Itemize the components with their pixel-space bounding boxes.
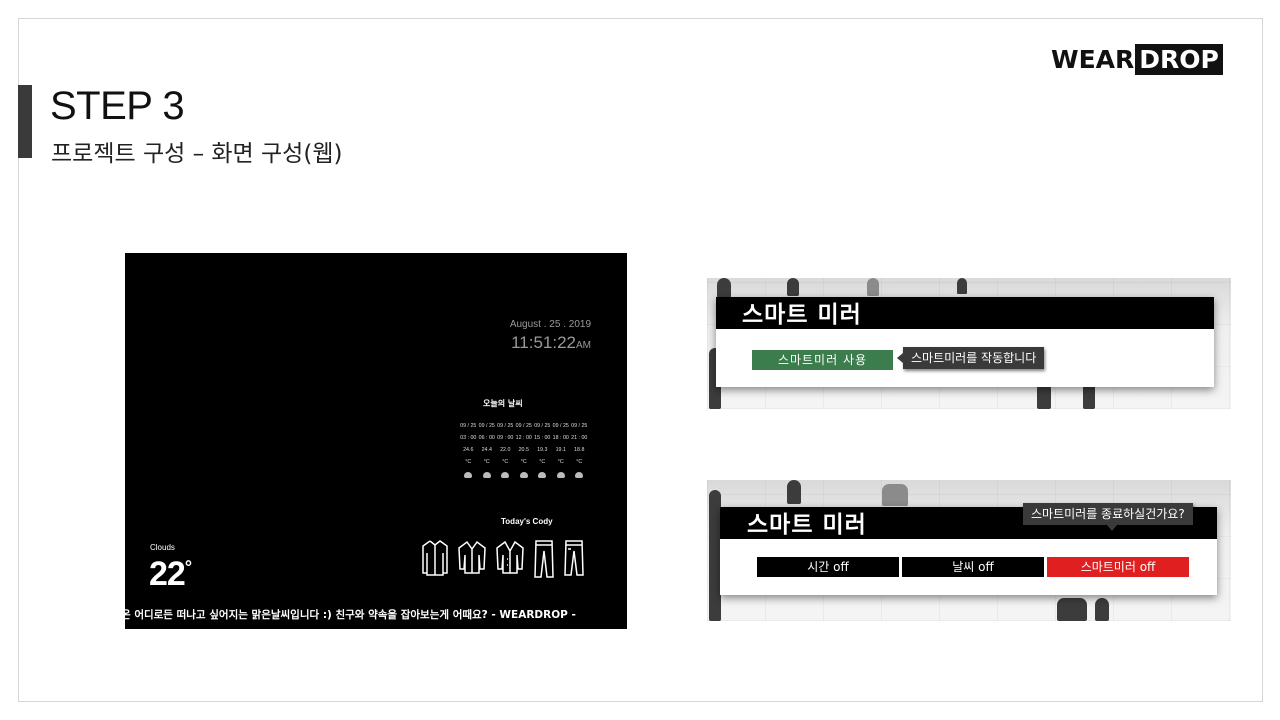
temperature-value: 22 bbox=[149, 555, 186, 593]
forecast-column: 09 / 25 15 : 00 19.3 °C bbox=[534, 420, 551, 478]
forecast-date: 09 / 25 bbox=[552, 423, 569, 429]
dialog-header: 스마트 미러 bbox=[716, 297, 1214, 329]
forecast-date: 09 / 25 bbox=[515, 423, 532, 429]
background-person bbox=[1057, 598, 1087, 621]
forecast-column: 09 / 25 03 : 00 24.6 °C bbox=[460, 420, 477, 478]
smart-mirror-start-panel: 스마트 미러 스마트미러 사용 스마트미러를 작동합니다 bbox=[707, 278, 1231, 409]
current-temperature: 22° bbox=[149, 555, 192, 594]
weardrop-logo: WEAR DROP bbox=[1051, 44, 1223, 75]
smart-mirror-off-button[interactable]: 스마트미러 off bbox=[1047, 557, 1189, 577]
mirror-time: 11:51:22 bbox=[511, 333, 576, 352]
forecast-temp: 18.8 °C bbox=[574, 447, 585, 465]
mirror-date: August . 25 . 2019 bbox=[509, 319, 591, 330]
forecast-temp: 24.4 °C bbox=[481, 447, 492, 465]
mirror-clock: 11:51:22AM bbox=[511, 333, 591, 353]
jeans-icon bbox=[564, 540, 584, 576]
forecast-temp: 22.0 °C bbox=[500, 447, 511, 465]
forecast-time: 06 : 00 bbox=[478, 435, 495, 441]
background-person bbox=[957, 278, 967, 294]
time-off-button[interactable]: 시간 off bbox=[757, 557, 899, 577]
mirror-time-suffix: AM bbox=[576, 340, 591, 351]
forecast-date: 09 / 25 bbox=[571, 423, 588, 429]
forecast-column: 09 / 25 06 : 00 24.4 °C bbox=[479, 420, 496, 478]
pants-icon bbox=[534, 540, 554, 578]
background-person bbox=[787, 278, 799, 296]
message-ticker: 온 어디로든 떠나고 싶어지는 맑은날씨입니다 :) 친구와 약속을 잡아보는게… bbox=[125, 609, 576, 621]
forecast-date: 09 / 25 bbox=[534, 423, 551, 429]
cloud-icon bbox=[575, 472, 584, 478]
shirt-icon bbox=[422, 540, 448, 576]
forecast-column: 09 / 25 09 : 00 22.0 °C bbox=[497, 420, 514, 478]
forecast-time: 21 : 00 bbox=[571, 435, 588, 441]
cardigan-icon bbox=[496, 540, 524, 574]
smart-mirror-stop-panel: 스마트 미러 시간 off 날씨 off 스마트미러 off 스마트미러를 종료… bbox=[707, 480, 1231, 621]
page-subtitle: 프로젝트 구성 – 화면 구성(웹) bbox=[51, 141, 343, 167]
forecast-temp: 24.6 °C bbox=[463, 447, 474, 465]
background-person bbox=[867, 278, 879, 296]
forecast-date: 09 / 25 bbox=[478, 423, 495, 429]
logo-text-drop: DROP bbox=[1135, 44, 1223, 75]
background-person bbox=[717, 278, 731, 298]
weather-title: 오늘의 날씨 bbox=[483, 399, 523, 408]
forecast-time: 18 : 00 bbox=[552, 435, 569, 441]
background-person bbox=[787, 480, 801, 504]
forecast-column: 09 / 25 12 : 00 20.5 °C bbox=[516, 420, 533, 478]
stop-tooltip: 스마트미러를 종료하실건가요? bbox=[1023, 503, 1193, 531]
forecast-temp: 19.3 °C bbox=[537, 447, 548, 465]
forecast-date: 09 / 25 bbox=[497, 423, 514, 429]
title-accent-bar bbox=[18, 85, 32, 158]
background-person bbox=[882, 484, 908, 506]
cloud-icon bbox=[556, 472, 565, 478]
smart-mirror-dialog: 스마트 미러 스마트미러 사용 스마트미러를 작동합니다 bbox=[716, 297, 1214, 387]
page-title: STEP 3 bbox=[50, 84, 185, 128]
cloud-icon bbox=[464, 472, 473, 478]
forecast-date: 09 / 25 bbox=[460, 423, 477, 429]
logo-text-wear: WEAR bbox=[1051, 45, 1135, 74]
cloud-icon bbox=[519, 472, 528, 478]
forecast-temp: 19.1 °C bbox=[555, 447, 566, 465]
forecast-table: 09 / 25 03 : 00 24.6 °C 09 / 25 06 : 00 … bbox=[460, 420, 588, 478]
forecast-column: 09 / 25 18 : 00 19.1 °C bbox=[553, 420, 570, 478]
cloud-icon bbox=[538, 472, 547, 478]
temperature-unit: ° bbox=[184, 557, 192, 577]
weather-off-button[interactable]: 날씨 off bbox=[902, 557, 1044, 577]
forecast-time: 12 : 00 bbox=[515, 435, 532, 441]
forecast-time: 09 : 00 bbox=[497, 435, 514, 441]
forecast-temp: 20.5 °C bbox=[518, 447, 529, 465]
jacket-icon bbox=[458, 540, 486, 574]
forecast-time: 15 : 00 bbox=[534, 435, 551, 441]
smart-mirror-start-button[interactable]: 스마트미러 사용 bbox=[752, 350, 893, 370]
cody-clothes bbox=[421, 539, 585, 579]
smart-mirror-screen: August . 25 . 2019 11:51:22AM 오늘의 날씨 09 … bbox=[125, 253, 627, 629]
forecast-column: 09 / 25 21 : 00 18.8 °C bbox=[571, 420, 588, 478]
cloud-icon bbox=[501, 472, 510, 478]
weather-condition: Clouds bbox=[150, 543, 175, 552]
background-person bbox=[1095, 598, 1109, 621]
forecast-time: 03 : 00 bbox=[460, 435, 477, 441]
start-tooltip: 스마트미러를 작동합니다 bbox=[896, 347, 1045, 369]
todays-cody-title: Today's Cody bbox=[501, 517, 553, 526]
cloud-icon bbox=[482, 472, 491, 478]
